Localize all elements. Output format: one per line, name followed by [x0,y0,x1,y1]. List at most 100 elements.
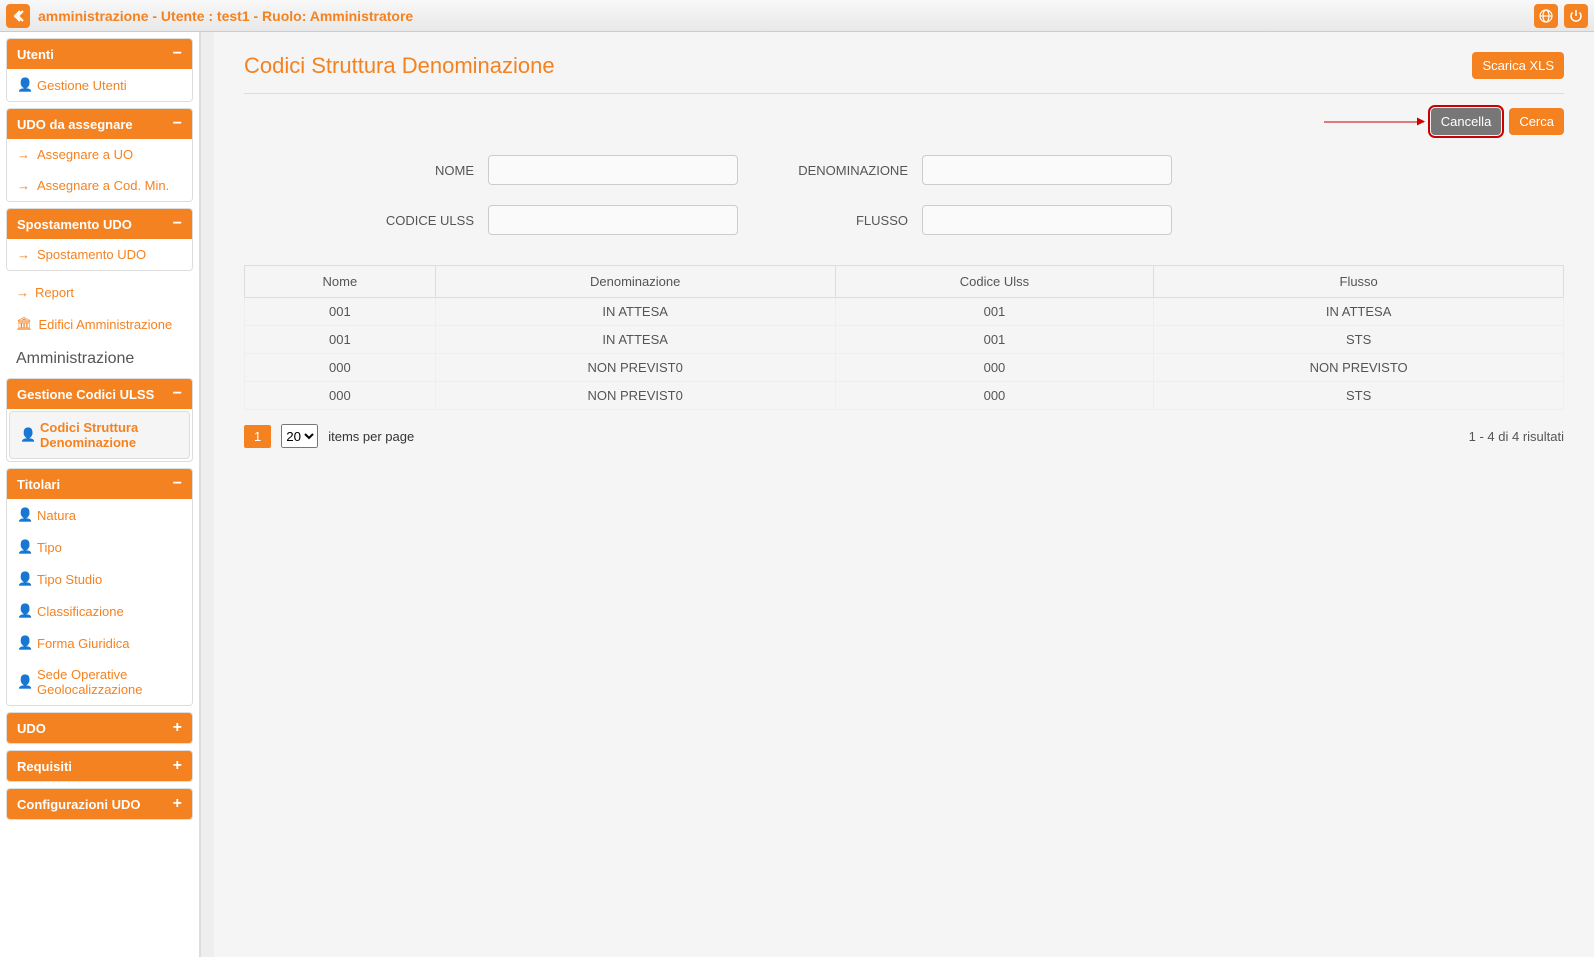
power-icon[interactable] [1564,4,1588,28]
panel-header-udo[interactable]: UDO + [7,713,192,743]
sidebar-item-label: Report [35,285,74,300]
expand-icon: + [173,719,182,737]
table-cell: STS [1154,326,1564,354]
sidebar-item-codici-struttura[interactable]: 👤 Codici Struttura Denominazione [9,411,190,459]
building-icon: 🏛 [16,316,33,332]
page-number[interactable]: 1 [244,425,271,448]
user-icon: 👤 [17,603,31,619]
collapse-icon: − [173,45,182,63]
table-cell: 001 [835,298,1154,326]
col-denominazione[interactable]: Denominazione [435,266,835,298]
panel-titolari: Titolari − 👤 Natura 👤Tipo 👤Tipo Studio 👤 C… [6,468,193,706]
table-row[interactable]: 000NON PREVIST0000NON PREVISTO [245,354,1564,382]
topbar: amministrazione - Utente : test1 - Ruolo… [0,0,1594,32]
arrow-right-icon: → [17,247,31,262]
table-cell: 001 [245,326,436,354]
sidebar-item-label: Spostamento UDO [37,247,146,262]
collapse-icon: − [173,215,182,233]
label-codice-ulss: CODICE ULSS [344,213,474,228]
result-count: 1 - 4 di 4 risultati [1469,429,1564,444]
panel-header-spostamento[interactable]: Spostamento UDO − [7,209,192,239]
page-size-select[interactable]: 20 [281,424,318,448]
panel-header-gestione-codici[interactable]: Gestione Codici ULSS − [7,379,192,409]
panel-configurazioni-udo: Configurazioni UDO + [6,788,193,820]
expand-icon: + [173,757,182,775]
collapse-icon: − [173,385,182,403]
panel-header-titolari[interactable]: Titolari − [7,469,192,499]
panel-title: Gestione Codici ULSS [17,387,154,402]
table-cell: IN ATTESA [1154,298,1564,326]
sidebar-item-spostamento-udo[interactable]: → Spostamento UDO [7,239,192,270]
label-flusso: FLUSSO [778,213,908,228]
user-icon: 👤 [17,507,31,523]
input-nome[interactable] [488,155,738,185]
table-cell: 001 [245,298,436,326]
annotation-arrow [1324,121,1424,122]
sidebar-item-label: Forma Giuridica [37,636,129,651]
main-content: Codici Struttura Denominazione Scarica X… [214,32,1594,957]
sidebar-item-label: Edifici Amministrazione [39,317,173,332]
panel-header-configurazioni-udo[interactable]: Configurazioni UDO + [7,789,192,819]
input-flusso[interactable] [922,205,1172,235]
sidebar-item-label: Natura [37,508,76,523]
sidebar-item-label: Classificazione [37,604,124,619]
sidebar-item-label: Assegnare a Cod. Min. [37,178,169,193]
table-row[interactable]: 001IN ATTESA001STS [245,326,1564,354]
panel-udo: UDO + [6,712,193,744]
sidebar-item-gestione-utenti[interactable]: 👤 Gestione Utenti [7,69,192,101]
label-denominazione: DENOMINAZIONE [778,163,908,178]
sidebar-item-classificazione[interactable]: 👤 Classificazione [7,595,192,627]
panel-title: Configurazioni UDO [17,797,141,812]
sidebar-item-edifici[interactable]: 🏛 Edifici Amministrazione [6,308,193,340]
sidebar-item-sede-operative[interactable]: 👤Sede Operative Geolocalizzazione [7,659,192,705]
arrow-right-icon: → [17,147,31,162]
sidebar-item-label: Gestione Utenti [37,78,127,93]
globe-icon[interactable] [1534,4,1558,28]
panel-title: Spostamento UDO [17,217,132,232]
table-cell: 000 [835,354,1154,382]
collapse-icon: − [173,115,182,133]
col-nome[interactable]: Nome [245,266,436,298]
sidebar-item-assegnare-codmin[interactable]: → Assegnare a Cod. Min. [7,170,192,201]
input-codice-ulss[interactable] [488,205,738,235]
collapse-icon: − [173,475,182,493]
download-xls-button[interactable]: Scarica XLS [1472,52,1564,79]
table-row[interactable]: 001IN ATTESA001IN ATTESA [245,298,1564,326]
panel-header-utenti[interactable]: Utenti − [7,39,192,69]
user-icon: 👤 [17,539,31,555]
page-title: Codici Struttura Denominazione [244,53,555,79]
back-button[interactable] [6,4,30,28]
input-denominazione[interactable] [922,155,1172,185]
cancel-button[interactable]: Cancella [1431,108,1502,135]
sidebar-item-label: Codici Struttura Denominazione [40,420,179,450]
panel-header-udo-assegnare[interactable]: UDO da assegnare − [7,109,192,139]
table-cell: IN ATTESA [435,326,835,354]
col-flusso[interactable]: Flusso [1154,266,1564,298]
sidebar-item-tipo-studio[interactable]: 👤Tipo Studio [7,563,192,595]
table-cell: STS [1154,382,1564,410]
arrow-right-icon: → [17,178,31,193]
sidebar: Utenti − 👤 Gestione Utenti UDO da assegn… [0,32,200,957]
sidebar-item-tipo[interactable]: 👤Tipo [7,531,192,563]
sidebar-item-label: Assegnare a UO [37,147,133,162]
sidebar-scrollbar[interactable] [200,32,214,957]
panel-gestione-codici: Gestione Codici ULSS − 👤 Codici Struttur… [6,378,193,462]
table-cell: 001 [835,326,1154,354]
search-form: NOME DENOMINAZIONE CODICE ULSS FLUSSO [244,155,1564,235]
sidebar-item-forma-giuridica[interactable]: 👤Forma Giuridica [7,627,192,659]
user-icon: 👤 [17,571,31,587]
section-label-amministrazione: Amministrazione [6,340,193,378]
results-table: Nome Denominazione Codice Ulss Flusso 00… [244,265,1564,410]
table-cell: NON PREVIST0 [435,382,835,410]
panel-header-requisiti[interactable]: Requisiti + [7,751,192,781]
panel-title: UDO [17,721,46,736]
sidebar-item-report[interactable]: → Report [6,277,193,308]
expand-icon: + [173,795,182,813]
sidebar-item-assegnare-uo[interactable]: → Assegnare a UO [7,139,192,170]
sidebar-item-natura[interactable]: 👤 Natura [7,499,192,531]
panel-title: Utenti [17,47,54,62]
col-codice-ulss[interactable]: Codice Ulss [835,266,1154,298]
items-per-page-label: items per page [328,429,414,444]
search-button[interactable]: Cerca [1509,108,1564,135]
table-row[interactable]: 000NON PREVIST0000STS [245,382,1564,410]
